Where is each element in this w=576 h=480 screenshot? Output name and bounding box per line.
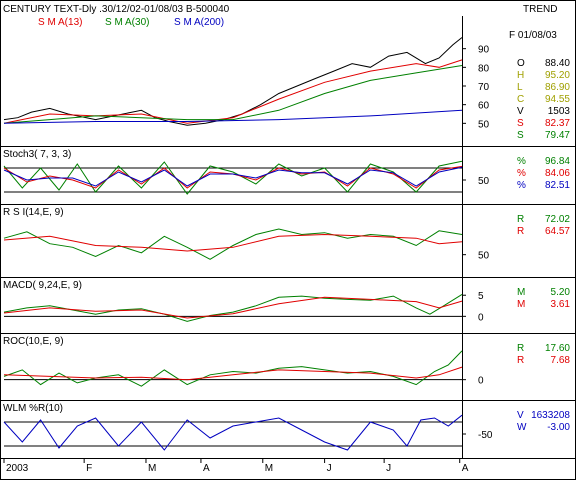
x-tick-label: M: [148, 463, 156, 474]
value-label: S: [517, 130, 524, 141]
value-number: 82.37: [545, 118, 570, 129]
y-tick-label: 50: [478, 176, 490, 187]
x-tick-label: M: [265, 463, 273, 474]
value-label: %: [517, 168, 526, 179]
value-number: 94.55: [545, 94, 570, 105]
sma13-label: S M A(13): [38, 17, 82, 28]
value-number: 84.06: [545, 168, 570, 179]
value-number: -3.00: [547, 422, 570, 433]
value-label: V: [517, 106, 524, 117]
y-tick-label: -50: [478, 430, 493, 441]
y-tick-label: 50: [478, 119, 490, 130]
x-tick-label: A: [203, 463, 210, 474]
value-label: M: [517, 287, 525, 298]
value-label: S: [517, 118, 524, 129]
y-tick-label: 90: [478, 45, 490, 56]
value-number: 79.47: [545, 130, 570, 141]
value-number: 95.20: [545, 70, 570, 81]
value-label: W: [517, 422, 527, 433]
y-tick-label: 5: [478, 291, 484, 302]
value-number: 64.57: [545, 226, 570, 237]
y-tick-label: 50: [478, 251, 490, 262]
value-label: O: [517, 58, 525, 69]
value-label: L: [517, 82, 523, 93]
x-tick-label: J: [386, 463, 391, 474]
value-number: 17.60: [545, 343, 570, 354]
y-tick-label: 0: [478, 312, 484, 323]
trend-label: TREND: [523, 4, 557, 15]
value-number: 5.20: [551, 287, 571, 298]
panel-title: MACD( 9,24,E, 9): [3, 280, 82, 291]
x-tick-label: F: [86, 463, 92, 474]
x-tick-label: 2003: [6, 463, 29, 474]
value-label: C: [517, 94, 524, 105]
value-number: 86.90: [545, 82, 570, 93]
panel-title: R S I(14,E, 9): [3, 207, 64, 218]
value-number: 82.51: [545, 180, 570, 191]
panel-title: Stoch3( 7, 3, 3): [3, 149, 71, 160]
value-label: M: [517, 299, 525, 310]
chart-background: [0, 0, 576, 480]
value-number: 88.40: [545, 58, 570, 69]
panel-title: WLM %R(10): [3, 403, 63, 414]
value-label: %: [517, 180, 526, 191]
value-number: 96.84: [545, 156, 570, 167]
value-label: R: [517, 214, 524, 225]
x-tick-label: A: [462, 463, 469, 474]
y-tick-label: 80: [478, 63, 490, 74]
value-number: 72.02: [545, 214, 570, 225]
y-tick-label: 70: [478, 82, 490, 93]
value-label: V: [517, 410, 524, 421]
sma200-label: S M A(200): [174, 17, 224, 28]
value-label: %: [517, 156, 526, 167]
value-label: R: [517, 355, 524, 366]
technical-chart: CENTURY TEXT-Dly .30/12/02-01/08/03 B-50…: [0, 0, 576, 480]
value-label: H: [517, 70, 524, 81]
value-number: 3.61: [551, 299, 571, 310]
panel-title: ROC(10,E, 9): [3, 336, 64, 347]
y-tick-label: 0: [478, 376, 484, 387]
value-label: R: [517, 343, 524, 354]
value-label: R: [517, 226, 524, 237]
sma30-label: S M A(30): [105, 17, 149, 28]
y-tick-label: 60: [478, 101, 490, 112]
date-label: F 01/08/03: [509, 30, 557, 41]
chart-title: CENTURY TEXT-Dly .30/12/02-01/08/03 B-50…: [3, 4, 230, 15]
x-tick-label: J: [327, 463, 332, 474]
value-number: 1503: [548, 106, 571, 117]
value-number: 1633208: [531, 410, 570, 421]
value-number: 7.68: [551, 355, 571, 366]
